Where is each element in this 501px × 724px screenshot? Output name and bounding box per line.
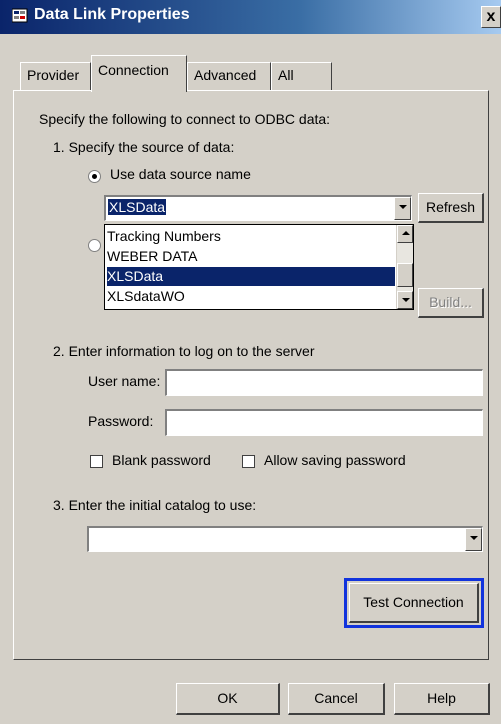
- cancel-button[interactable]: Cancel: [288, 683, 385, 715]
- data-link-icon: [12, 8, 28, 23]
- blank-password-label: Blank password: [112, 452, 211, 468]
- dsn-dropdown-button[interactable]: [394, 197, 411, 220]
- build-label: Build...: [429, 294, 472, 310]
- list-item[interactable]: WEBER DATA: [107, 247, 395, 266]
- list-item[interactable]: XLSdataWO: [107, 287, 395, 306]
- chevron-down-icon: [402, 298, 410, 302]
- build-button[interactable]: Build...: [418, 288, 484, 318]
- dsn-dropdown-list[interactable]: Tracking Numbers WEBER DATA XLSData XLSd…: [104, 224, 414, 310]
- username-input[interactable]: [165, 369, 483, 396]
- blank-password-checkbox[interactable]: [90, 455, 103, 468]
- dsn-value: XLSData: [108, 199, 167, 215]
- allow-saving-label: Allow saving password: [264, 452, 406, 468]
- catalog-dropdown-button[interactable]: [465, 528, 482, 551]
- password-label: Password:: [88, 413, 154, 429]
- scroll-down-button[interactable]: [397, 291, 413, 309]
- ok-button[interactable]: OK: [176, 683, 280, 715]
- tab-connection[interactable]: Connection: [91, 55, 187, 92]
- intro-text: Specify the following to connect to ODBC…: [39, 111, 331, 127]
- list-item-selected[interactable]: XLSData: [107, 267, 395, 286]
- step3-label: 3. Enter the initial catalog to use:: [53, 497, 257, 513]
- test-connection-label: Test Connection: [363, 594, 464, 610]
- dropdown-scrollbar[interactable]: [396, 225, 413, 309]
- catalog-combobox[interactable]: [87, 526, 483, 552]
- step1-label: 1. Specify the source of data:: [53, 139, 235, 155]
- chevron-down-icon: [399, 205, 407, 209]
- chevron-up-icon: [402, 231, 410, 235]
- ok-label: OK: [217, 690, 238, 706]
- dsn-combobox[interactable]: XLSData: [104, 195, 412, 221]
- test-connection-button[interactable]: Test Connection: [349, 583, 479, 623]
- password-input[interactable]: [165, 409, 483, 436]
- allow-saving-checkbox[interactable]: [242, 455, 255, 468]
- scroll-thumb[interactable]: [397, 263, 413, 287]
- step2-label: 2. Enter information to log on to the se…: [53, 343, 315, 359]
- radio-use-dsn-label: Use data source name: [110, 166, 251, 182]
- close-icon[interactable]: x: [481, 6, 501, 28]
- refresh-button[interactable]: Refresh: [418, 193, 484, 223]
- radio-use-dsn[interactable]: [88, 170, 101, 183]
- cancel-label: Cancel: [314, 690, 358, 706]
- username-label: User name:: [88, 373, 161, 389]
- scroll-up-button[interactable]: [397, 225, 413, 243]
- tab-provider[interactable]: Provider: [20, 62, 91, 90]
- help-label: Help: [427, 690, 456, 706]
- radio-selected-dot: [92, 174, 97, 179]
- window-title: Data Link Properties: [34, 6, 190, 23]
- chevron-down-icon: [470, 536, 478, 540]
- radio-connection-string[interactable]: [88, 239, 101, 252]
- help-button[interactable]: Help: [394, 683, 490, 715]
- title-bar[interactable]: Data Link Properties x: [0, 0, 501, 34]
- list-item[interactable]: Tracking Numbers: [107, 227, 395, 246]
- tab-all[interactable]: All: [271, 62, 332, 90]
- tab-advanced[interactable]: Advanced: [187, 62, 271, 90]
- refresh-label: Refresh: [425, 199, 476, 215]
